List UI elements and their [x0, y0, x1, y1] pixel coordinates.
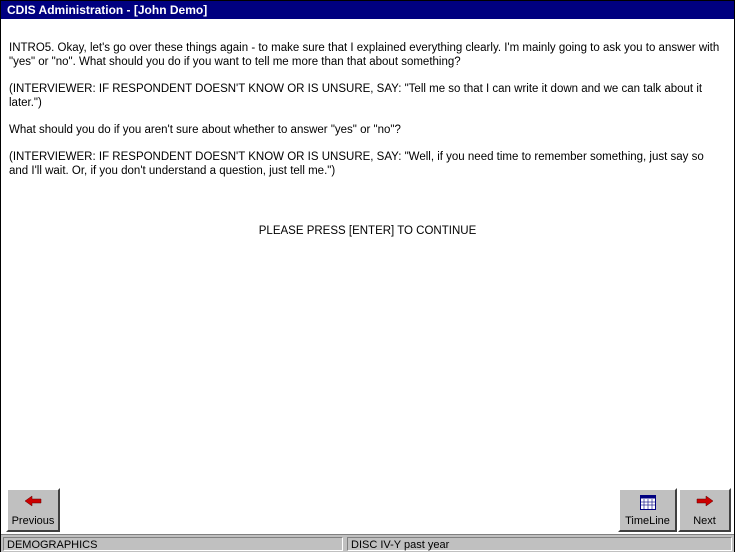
- interviewer-instruction-1: (INTERVIEWER: IF RESPONDENT DOESN'T KNOW…: [9, 83, 703, 109]
- arrow-right-icon: [680, 495, 729, 510]
- question-text: What should you do if you aren't sure ab…: [9, 124, 401, 136]
- main-window: CDIS Administration - [John Demo] INTRO5…: [0, 0, 735, 552]
- interviewer-instruction-2: (INTERVIEWER: IF RESPONDENT DOESN'T KNOW…: [9, 151, 704, 177]
- previous-button[interactable]: Previous: [6, 488, 60, 532]
- arrow-left-icon: [8, 495, 58, 510]
- timeline-button[interactable]: TimeLine: [618, 488, 677, 532]
- next-button[interactable]: Next: [678, 488, 731, 532]
- intro-text: INTRO5. Okay, let's go over these things…: [9, 42, 720, 68]
- next-label: Next: [693, 515, 716, 527]
- window-title: CDIS Administration - [John Demo]: [1, 1, 734, 19]
- timeline-label: TimeLine: [625, 515, 670, 527]
- continue-prompt: PLEASE PRESS [ENTER] TO CONTINUE: [258, 225, 477, 237]
- status-module: DISC IV-Y past year: [347, 537, 732, 551]
- previous-label: Previous: [11, 515, 55, 527]
- question-text-area: INTRO5. Okay, let's go over these things…: [9, 41, 724, 191]
- status-bar: DEMOGRAPHICS DISC IV-Y past year: [1, 534, 734, 552]
- calendar-icon: [620, 495, 675, 513]
- status-section: DEMOGRAPHICS: [3, 537, 343, 551]
